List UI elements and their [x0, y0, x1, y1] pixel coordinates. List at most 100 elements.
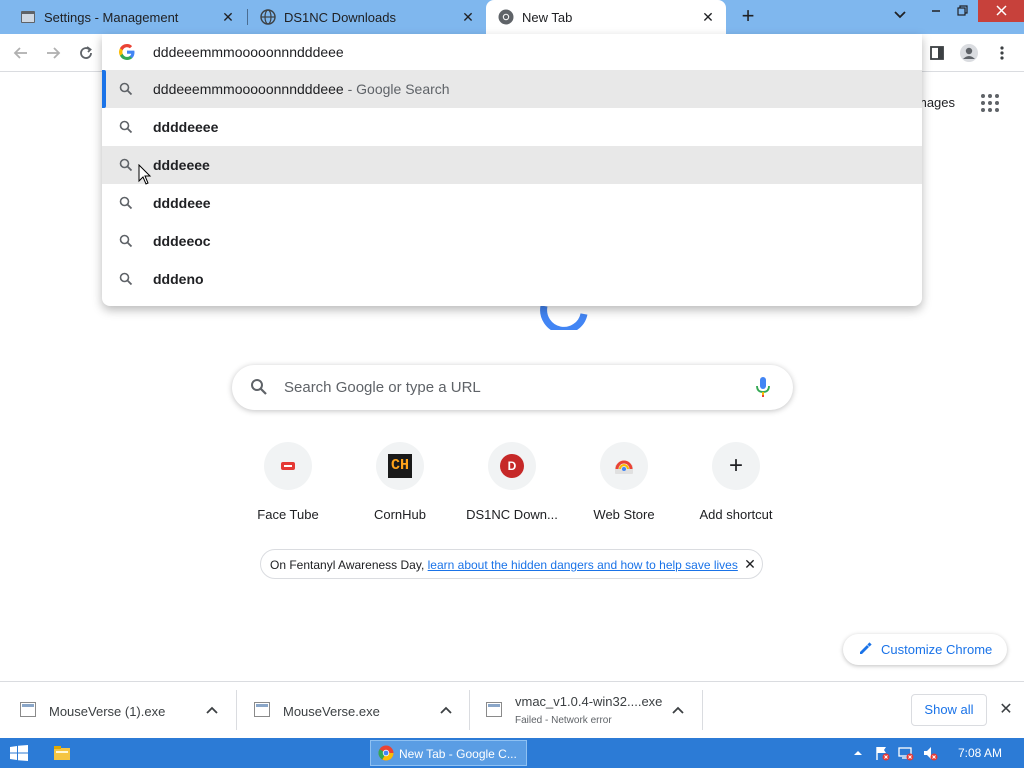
volume-muted-icon[interactable]	[922, 745, 938, 761]
side-panel-icon[interactable]	[927, 43, 947, 63]
settings-favicon-icon	[20, 9, 36, 25]
shortcut-label: Face Tube	[257, 507, 319, 522]
taskbar-task-label: New Tab - Google C...	[399, 747, 517, 761]
file-explorer-icon[interactable]	[53, 744, 71, 762]
search-icon	[119, 120, 133, 134]
suggestion-text: ddddeee	[153, 195, 211, 211]
tab-search-chevron-icon[interactable]	[890, 7, 910, 27]
search-icon	[119, 158, 133, 172]
windows-start-icon[interactable]	[10, 745, 28, 761]
divider	[702, 690, 703, 730]
shortcut-face-tube[interactable]: Face Tube	[232, 442, 344, 532]
tab-title: Settings - Management	[44, 9, 179, 25]
shortcut-web-store[interactable]: Web Store	[568, 442, 680, 532]
kebab-menu-icon[interactable]	[992, 43, 1012, 63]
plus-glyph: +	[728, 452, 743, 479]
chevron-up-icon[interactable]	[671, 703, 685, 717]
suggestion-query: dddeeemmmooooonnndddeee	[153, 81, 344, 97]
promo-prefix: On Fentanyl Awareness Day,	[270, 558, 428, 572]
download-item[interactable]: MouseVerse (1).exe	[0, 682, 237, 739]
tray-chevron-up-icon[interactable]	[850, 745, 866, 761]
mouse-cursor-icon	[138, 163, 152, 186]
plus-icon: +	[712, 442, 760, 490]
shortcut-cornhub[interactable]: CH CornHub	[344, 442, 456, 532]
chevron-up-icon[interactable]	[205, 703, 219, 717]
download-shelf: MouseVerse (1).exe MouseVerse.exe vmac_v…	[0, 681, 1024, 738]
shortcut-label: Web Store	[593, 507, 655, 522]
taskbar-clock[interactable]: 7:08 AM	[958, 746, 1002, 760]
download-item[interactable]: vmac_v1.0.4-win32....exe Failed - Networ…	[466, 682, 703, 739]
add-shortcut-button[interactable]: + Add shortcut	[680, 442, 792, 532]
tab-strip: Settings - Management ✕ DS1NC Downloads …	[0, 0, 1024, 34]
chrome-icon	[498, 9, 514, 25]
back-arrow-icon[interactable]	[10, 42, 32, 64]
google-g-icon	[118, 43, 136, 61]
show-all-button[interactable]: Show all	[911, 694, 987, 726]
chevron-up-icon[interactable]	[439, 703, 453, 717]
pencil-icon	[858, 642, 872, 656]
exe-file-icon	[20, 702, 36, 717]
reload-icon[interactable]	[75, 42, 97, 64]
google-apps-grid-icon[interactable]	[980, 93, 1000, 113]
tab-close-icon[interactable]: ✕	[698, 7, 718, 27]
suggestion-item[interactable]: dddeeoc	[102, 222, 922, 260]
webstore-icon	[600, 442, 648, 490]
globe-icon	[260, 9, 276, 25]
tab-settings-management[interactable]: Settings - Management ✕	[0, 0, 246, 34]
facetube-icon	[264, 442, 312, 490]
tab-title: New Tab	[522, 9, 573, 25]
ds1nc-icon: D	[488, 442, 536, 490]
restore-icon[interactable]	[948, 0, 976, 22]
tab-ds1nc-downloads[interactable]: DS1NC Downloads ✕	[248, 0, 486, 34]
tab-close-icon[interactable]: ✕	[218, 7, 238, 27]
customize-label: Customize Chrome	[881, 642, 993, 657]
download-filename: vmac_v1.0.4-win32....exe	[515, 694, 663, 709]
window-close-icon[interactable]	[978, 0, 1024, 22]
taskbar-chrome-window[interactable]: New Tab - Google C...	[370, 740, 527, 766]
tab-new-tab[interactable]: New Tab ✕	[486, 0, 726, 34]
download-filename: MouseVerse (1).exe	[49, 704, 166, 719]
search-placeholder: Search Google or type a URL	[284, 379, 481, 396]
suggestion-item[interactable]: ddddeee	[102, 184, 922, 222]
promo-close-icon[interactable]: ✕	[742, 556, 758, 572]
promo-text: On Fentanyl Awareness Day, learn about t…	[270, 558, 738, 572]
suggestion-item[interactable]: ddddeeee	[102, 108, 922, 146]
cornhub-icon: CH	[376, 442, 424, 490]
suggestion-item[interactable]: dddeno	[102, 260, 922, 298]
promo-link[interactable]: learn about the hidden dangers and how t…	[428, 558, 738, 572]
tab-close-icon[interactable]: ✕	[458, 7, 478, 27]
suggestion-item[interactable]: dddeeemmmooooonnndddeee - Google Search	[102, 70, 922, 108]
shortcut-label: Add shortcut	[699, 507, 773, 522]
promo-banner: On Fentanyl Awareness Day, learn about t…	[260, 549, 763, 579]
download-filename: MouseVerse.exe	[283, 704, 380, 719]
suggestion-text: dddeeoc	[153, 233, 211, 249]
minimize-icon[interactable]	[922, 0, 950, 22]
download-item[interactable]: MouseVerse.exe	[234, 682, 470, 739]
ds1nc-glyph: D	[500, 454, 524, 478]
exe-file-icon	[254, 702, 270, 717]
chrome-icon	[378, 745, 394, 761]
shortcut-ds1nc[interactable]: D DS1NC Down...	[456, 442, 568, 532]
network-icon[interactable]	[898, 745, 914, 761]
search-icon	[250, 378, 268, 396]
cornhub-glyph: CH	[388, 454, 412, 478]
exe-file-icon	[486, 702, 502, 717]
suggestion-suffix: - Google Search	[343, 81, 450, 97]
shortcut-label: CornHub	[373, 507, 427, 522]
customize-chrome-button[interactable]: Customize Chrome	[843, 634, 1007, 665]
omnibox-input[interactable]	[153, 44, 853, 60]
ntp-search-box[interactable]: Search Google or type a URL	[232, 365, 793, 410]
profile-avatar-icon[interactable]	[959, 43, 979, 63]
suggestion-text: dddeno	[153, 271, 204, 287]
microphone-icon[interactable]	[754, 376, 772, 398]
action-center-flag-icon[interactable]	[874, 745, 890, 761]
forward-arrow-icon[interactable]	[42, 42, 64, 64]
download-status: Failed - Network error	[515, 715, 612, 726]
search-icon	[119, 82, 133, 96]
selection-bar	[102, 70, 106, 108]
shelf-close-icon[interactable]: ✕	[998, 702, 1014, 718]
suggestion-item[interactable]: dddeeee	[102, 146, 922, 184]
new-tab-plus-icon[interactable]: +	[736, 5, 760, 29]
suggestion-text: ddddeeee	[153, 119, 219, 135]
suggestion-text: dddeeemmmooooonnndddeee - Google Search	[153, 81, 450, 97]
